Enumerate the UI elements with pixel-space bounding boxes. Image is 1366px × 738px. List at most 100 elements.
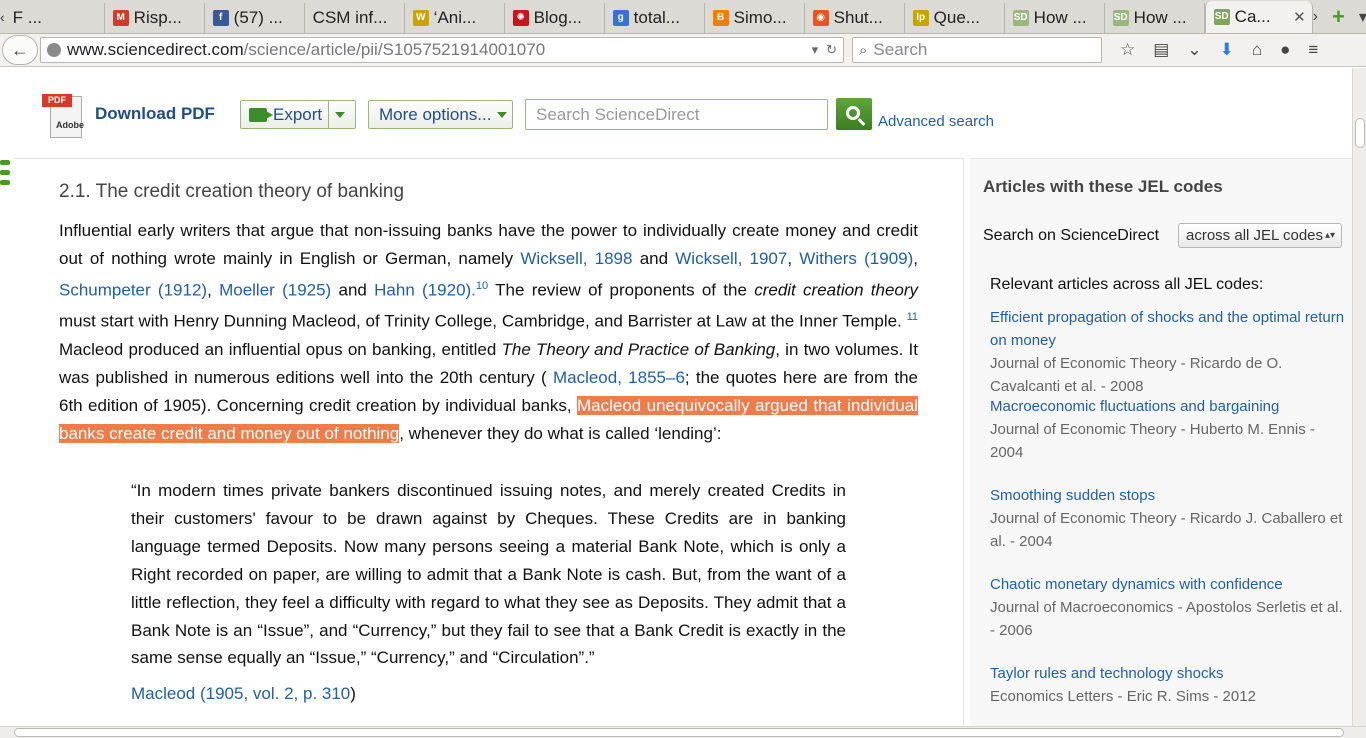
tab-label: ‘Ani... [433,8,477,27]
tab[interactable]: CSM inf... [305,3,405,33]
tab[interactable]: lp Que... [905,3,1005,33]
download-pdf-link[interactable]: Download PDF [95,104,215,124]
footnote-10-link[interactable]: 10 [476,280,488,292]
tab-label: Blog... [533,8,582,27]
url-host: www.sciencedirect.com [67,40,244,59]
export-label: Export [273,104,323,124]
related-article-meta: Journal of Macroeconomics - Apostolos Se… [990,599,1343,639]
jel-scope-value: across all JEL codes [1186,227,1324,244]
related-article-meta: Journal of Economic Theory - Huberto M. … [990,421,1315,461]
related-article-link[interactable]: Chaotic monetary dynamics with confidenc… [990,573,1350,596]
download-arrow-icon[interactable]: ⬇ [1220,40,1234,60]
adobe-label: Adobe [56,120,84,130]
reader-list-icon[interactable]: ▤ [1153,40,1169,60]
reload-icon[interactable]: ↻ [826,42,837,58]
tab-favicon-icon: SD [1112,10,1129,26]
globe-icon [47,43,61,57]
outline-toggle-icon[interactable] [0,160,10,190]
tab-label: Shut... [833,8,883,27]
back-button[interactable]: ← [2,35,38,65]
tab[interactable]: SD How ... [1105,3,1205,33]
browser-search-input[interactable]: ⌕ Search [852,37,1102,63]
tab[interactable]: ◉ Shut... [805,3,905,33]
sciencedirect-search-button[interactable] [836,98,872,130]
article-paragraph: Influential early writers that argue tha… [59,221,919,443]
cite-macleod-1855[interactable]: Macleod, 1855–6 [553,368,685,387]
tab[interactable]: F ... [5,3,105,33]
browser-search-placeholder: Search [873,40,928,59]
cite-hahn-1920[interactable]: Hahn (1920). [374,280,476,299]
more-options-label: More options... [379,104,492,124]
footnote-11-link[interactable]: 11 [907,311,918,323]
nav-bar: ← www.sciencedirect.com/science/article/… [0,34,1366,67]
tab[interactable]: SD How ... [1005,3,1105,33]
bookmark-star-icon[interactable]: ☆ [1120,40,1135,60]
menu-hamburger-icon[interactable]: ≡ [1308,40,1318,60]
new-tab-plus-icon[interactable]: + [1332,4,1345,30]
sciencedirect-search-placeholder: Search ScienceDirect [536,104,700,124]
advanced-search-link[interactable]: Advanced search [878,113,994,130]
pdf-file-icon[interactable]: PDF Adobe [42,92,88,138]
tab-label: F ... [12,8,42,27]
related-article-meta: Economics Letters - Eric R. Sims - 2012 [990,688,1256,705]
tab-list-chevron-icon[interactable]: ▾ [1359,7,1366,27]
search-icon: ⌕ [859,41,868,59]
export-dropdown-caret-icon[interactable] [335,111,346,118]
web-page: PDF Adobe Download PDF Export More optio… [0,68,1352,726]
cite-wicksell-1907[interactable]: Wicksell, 1907 [675,249,787,268]
chat-bubble-icon[interactable]: ● [1280,40,1290,60]
tab[interactable]: ✺ Blog... [505,3,605,33]
related-article-meta: Journal of Economic Theory - Ricardo de … [990,355,1283,395]
tab-active[interactable]: SD Ca... ✕ [1204,1,1313,33]
cite-macleod-1905[interactable]: Macleod (1905, vol. 2, p. 310 [131,684,350,703]
cite-schumpeter-1912[interactable]: Schumpeter (1912) [59,280,207,299]
arrow-left-icon: ← [11,39,29,60]
sidebar-search-label: Search on ScienceDirect [983,227,1160,244]
tab-favicon-icon: ✺ [512,10,529,26]
tab-label: CSM inf... [312,8,388,27]
list-item: Taylor rules and technology shocks Econom… [990,662,1350,726]
url-bar[interactable]: www.sciencedirect.com/science/article/pi… [40,37,844,63]
more-options-button[interactable]: More options... [368,100,513,129]
related-article-link[interactable]: Macroeconomic fluctuations and bargainin… [990,395,1350,418]
magnifier-icon [845,105,860,120]
horizontal-scrollbar[interactable] [0,726,1366,738]
pdf-band-label: PDF [42,94,72,107]
related-article-link[interactable]: Taylor rules and technology shocks [990,662,1350,685]
jel-scope-select[interactable]: across all JEL codes ▴▾ [1178,223,1342,248]
tab-close-icon[interactable]: ✕ [1293,8,1306,26]
export-button[interactable]: Export [240,100,356,129]
article-body: 2.1. The credit creation theory of banki… [14,158,964,726]
tab[interactable]: f (57) ... [205,3,305,33]
scroll-tabs-right-icon[interactable]: › [1313,8,1318,26]
tab-label: How ... [1133,8,1187,27]
tab-bar: ‹ F ... M Risp... f (57) ... CSM inf... W ‘Ani.… [0,0,1366,34]
tab[interactable]: B Simo... [705,3,805,33]
jel-sidebar: Articles with these JEL codes Search on … [970,158,1352,726]
tab-favicon-icon: W [412,10,429,26]
relevant-articles-list: Efficient propagation of shocks and the … [990,306,1350,726]
cite-moeller-1925[interactable]: Moeller (1925) [219,280,331,299]
url-path: /science/article/pii/S1057521914001070 [243,40,546,59]
home-icon[interactable]: ⌂ [1252,40,1262,60]
tab-label: total... [633,8,680,27]
horizontal-scroll-thumb[interactable] [14,728,1344,737]
tab-label: Risp... [133,8,182,27]
tab[interactable]: g total... [605,3,705,33]
tab[interactable]: M Risp... [105,3,205,33]
cite-withers-1909[interactable]: Withers (1909) [799,249,913,268]
export-arrow-icon [249,107,273,122]
tab-favicon-icon: ◉ [812,10,829,26]
url-history-dropdown-icon[interactable]: ▾ [812,42,819,58]
tab-favicon-icon: f [212,10,229,26]
list-item: Macroeconomic fluctuations and bargainin… [990,395,1350,484]
related-article-link[interactable]: Efficient propagation of shocks and the … [990,306,1350,352]
pocket-icon[interactable]: ⌄ [1187,40,1201,60]
sciencedirect-search-input[interactable]: Search ScienceDirect [525,99,828,130]
tab[interactable]: W ‘Ani... [405,3,505,33]
cite-wicksell-1898[interactable]: Wicksell, 1898 [520,249,632,268]
vertical-scroll-thumb[interactable] [1355,118,1365,148]
related-article-link[interactable]: Smoothing sudden stops [990,484,1350,507]
tab-favicon-icon: M [112,10,129,26]
vertical-scrollbar[interactable] [1352,68,1366,726]
